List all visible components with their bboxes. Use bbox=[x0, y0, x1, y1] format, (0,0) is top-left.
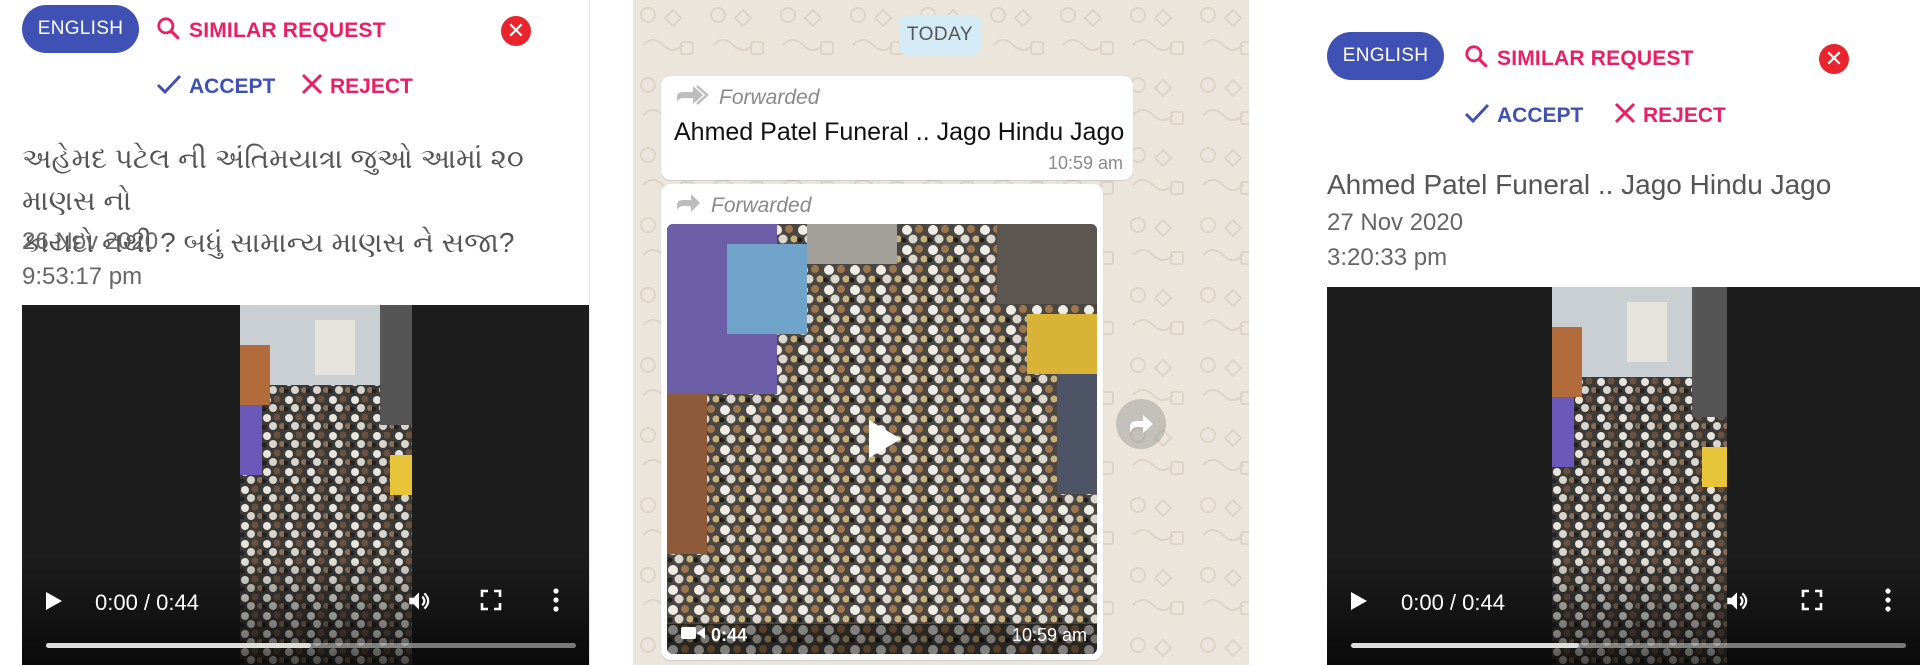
more-options-icon[interactable] bbox=[1884, 588, 1892, 612]
forward-arrow-icon bbox=[675, 192, 701, 220]
video-progress-bar[interactable] bbox=[1351, 643, 1906, 648]
video-progress-fill bbox=[1351, 643, 1579, 648]
video-time: 0:00 / 0:44 bbox=[1401, 590, 1505, 615]
video-camera-icon bbox=[681, 625, 705, 646]
close-icon[interactable]: ✕ bbox=[1819, 44, 1849, 74]
forwarded-indicator: Forwarded bbox=[675, 84, 819, 112]
reject-label: REJECT bbox=[1643, 104, 1726, 127]
video-time-stamp: 10:59 am bbox=[1011, 625, 1087, 645]
message-line-1: અહેમદ પટેલ ની અંતિમયાત્રા જુઓ આમાં ૨૦ મા… bbox=[22, 143, 524, 216]
reject-button[interactable]: REJECT bbox=[1613, 101, 1726, 131]
bubble-time: 10:59 am bbox=[1047, 153, 1123, 173]
play-icon[interactable] bbox=[857, 414, 907, 469]
divider bbox=[1249, 0, 1305, 665]
video-progress-fill bbox=[46, 643, 311, 648]
bubble-message-text: Ahmed Patel Funeral .. Jago Hindu Jago bbox=[674, 118, 1125, 146]
play-icon[interactable] bbox=[42, 590, 64, 612]
forward-arrow-icon bbox=[675, 84, 709, 112]
message-text: Ahmed Patel Funeral .. Jago Hindu Jago bbox=[1327, 169, 1832, 200]
x-icon bbox=[1613, 101, 1637, 131]
close-icon[interactable]: ✕ bbox=[501, 16, 531, 46]
video-thumbnail[interactable]: 0:44 10:59 am bbox=[667, 224, 1097, 654]
forwarded-indicator: Forwarded bbox=[675, 192, 811, 220]
language-button[interactable]: ENGLISH bbox=[1327, 32, 1444, 80]
video-controls: 0:00 / 0:44 bbox=[22, 555, 589, 665]
volume-icon[interactable] bbox=[1724, 588, 1750, 614]
search-icon bbox=[1463, 43, 1489, 75]
right-panel: ENGLISH SIMILAR REQUEST ✕ ACCEPT REJECT … bbox=[1305, 0, 1920, 665]
divider bbox=[590, 0, 633, 665]
accept-button[interactable]: ACCEPT bbox=[155, 72, 275, 102]
language-button[interactable]: ENGLISH bbox=[22, 5, 139, 53]
similar-request-button[interactable]: SIMILAR REQUEST bbox=[155, 15, 386, 47]
play-icon[interactable] bbox=[1347, 590, 1369, 612]
check-icon bbox=[155, 72, 183, 102]
search-icon bbox=[155, 15, 181, 47]
similar-request-label: SIMILAR REQUEST bbox=[1497, 47, 1694, 70]
video-player[interactable]: 0:00 / 0:44 bbox=[1327, 287, 1920, 665]
left-panel: ENGLISH SIMILAR REQUEST ✕ ACCEPT REJECT … bbox=[0, 0, 590, 665]
check-icon bbox=[1463, 101, 1491, 131]
message-time: 9:53:17 pm bbox=[22, 263, 143, 290]
message-bubble-video[interactable]: Forwarded 0:44 10:59 am bbox=[661, 184, 1103, 660]
similar-request-button[interactable]: SIMILAR REQUEST bbox=[1463, 43, 1694, 75]
chat-panel: TODAY Forwarded Ahmed Patel Funeral .. J… bbox=[633, 0, 1249, 665]
more-options-icon[interactable] bbox=[552, 588, 560, 612]
forwarded-label: Forwarded bbox=[711, 194, 812, 217]
date-divider: TODAY bbox=[899, 15, 981, 55]
reject-label: REJECT bbox=[330, 75, 413, 98]
accept-button[interactable]: ACCEPT bbox=[1463, 101, 1583, 131]
x-icon bbox=[300, 72, 324, 102]
message-time: 3:20:33 pm bbox=[1327, 244, 1448, 271]
fullscreen-icon[interactable] bbox=[1801, 589, 1823, 611]
accept-label: ACCEPT bbox=[189, 75, 276, 98]
video-progress-bar[interactable] bbox=[46, 643, 576, 648]
message-date: 27 Nov 2020 bbox=[1327, 209, 1464, 236]
accept-label: ACCEPT bbox=[1497, 104, 1584, 127]
video-time: 0:00 / 0:44 bbox=[95, 590, 199, 615]
message-bubble-text[interactable]: Forwarded Ahmed Patel Funeral .. Jago Hi… bbox=[661, 76, 1133, 180]
forwarded-label: Forwarded bbox=[719, 86, 820, 109]
video-controls: 0:00 / 0:44 bbox=[1327, 555, 1920, 665]
similar-request-label: SIMILAR REQUEST bbox=[189, 19, 386, 42]
video-player[interactable]: 0:00 / 0:44 bbox=[22, 305, 589, 665]
duration-label: 0:44 bbox=[711, 625, 748, 645]
fullscreen-icon[interactable] bbox=[480, 589, 502, 611]
volume-icon[interactable] bbox=[406, 588, 432, 614]
message-date: 26 Nov 2020 bbox=[22, 228, 159, 255]
video-duration: 0:44 bbox=[681, 625, 747, 646]
forward-share-icon[interactable] bbox=[1116, 399, 1166, 449]
reject-button[interactable]: REJECT bbox=[300, 72, 413, 102]
